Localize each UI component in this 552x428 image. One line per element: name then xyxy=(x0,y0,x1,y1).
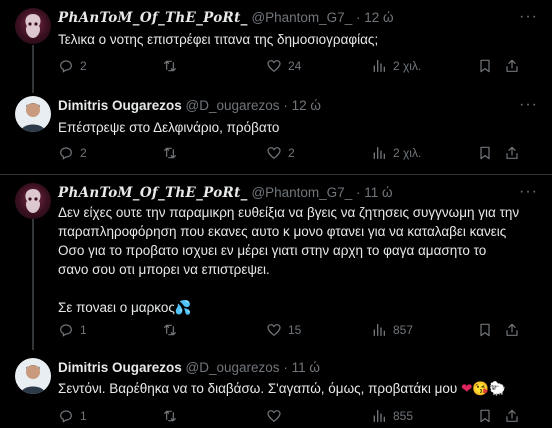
bookmark-icon xyxy=(480,146,490,160)
tweet-text-line: Σε πονaει ο μαρκος💦 xyxy=(58,300,192,315)
share-button[interactable] xyxy=(504,321,520,339)
like-button[interactable]: 24 xyxy=(266,57,301,75)
retweet-icon xyxy=(164,410,176,422)
reply-icon xyxy=(60,410,72,423)
author-name[interactable]: PhAnToM_Of_ThE_PoRt_ xyxy=(58,10,248,26)
views-count: 855 xyxy=(393,409,414,423)
timestamp[interactable]: 12 ώ xyxy=(364,10,393,25)
author-handle[interactable]: @D_ougarezos xyxy=(186,98,280,113)
reply-count: 2 xyxy=(80,59,87,73)
tweet[interactable]: PhAnToM_Of_ThE_PoRt_ @Phantom_G7_ · 12 ώ… xyxy=(0,0,552,86)
avatar[interactable] xyxy=(15,183,51,219)
avatar[interactable] xyxy=(15,96,51,132)
reply-button[interactable]: 1 xyxy=(58,321,87,339)
more-options-icon[interactable]: ··· xyxy=(519,8,538,26)
red-heart-icon: ❤ xyxy=(461,381,473,396)
heart-icon xyxy=(267,324,281,337)
views-chart-icon xyxy=(373,60,385,72)
share-icon xyxy=(506,59,518,72)
tweet-text: Τελικα ο νοτης επιστρέφει τιτανα της δημ… xyxy=(58,32,379,47)
share-icon xyxy=(506,409,518,422)
share-icon xyxy=(506,146,518,159)
timestamp[interactable]: 12 ώ xyxy=(292,98,321,113)
heart-icon xyxy=(267,410,281,423)
like-button[interactable] xyxy=(266,407,288,425)
author-handle[interactable]: @Phantom_G7_ xyxy=(251,185,352,200)
reply-button[interactable]: 1 xyxy=(58,407,87,425)
views-button[interactable]: 855 xyxy=(371,407,413,425)
heart-icon xyxy=(267,147,281,160)
author-name[interactable]: PhAnToM_Of_ThE_PoRt_ xyxy=(58,185,248,201)
tweet-text-line: παραπληροφόρηση που εκανες αυτο κ μονο φ… xyxy=(58,224,507,239)
views-count: 2 χιλ. xyxy=(393,59,422,73)
author-handle[interactable]: @D_ougarezos xyxy=(186,360,280,375)
retweet-icon xyxy=(164,324,176,336)
tweet[interactable]: Dimitris Ougarezos @D_ougarezos · 12 ώ ·… xyxy=(0,86,552,176)
views-chart-icon xyxy=(373,147,385,159)
tweet[interactable]: PhAnToM_Of_ThE_PoRt_ @Phantom_G7_ · 11 ώ… xyxy=(0,175,552,345)
retweet-button[interactable] xyxy=(162,57,178,75)
sweat-droplets-icon: 💦 xyxy=(174,300,192,315)
reply-button[interactable]: 2 xyxy=(58,57,87,75)
tweet-text-line: σανο σου οτι μπορει να επιστρεψει. xyxy=(58,262,270,277)
bookmark-button[interactable] xyxy=(477,407,493,425)
views-count: 2 χιλ. xyxy=(393,146,422,160)
share-button[interactable] xyxy=(504,407,520,425)
tweet-text: Σεντόνι. Βαρέθηκα να το διαβάσω. Σ'αγαπώ… xyxy=(58,381,507,396)
views-chart-icon xyxy=(373,324,385,336)
like-count: 24 xyxy=(288,59,302,73)
tweet[interactable]: Dimitris Ougarezos @D_ougarezos · 11 ώ Σ… xyxy=(0,352,552,428)
views-button[interactable]: 2 χιλ. xyxy=(371,144,421,162)
avatar[interactable] xyxy=(15,358,51,394)
author-name[interactable]: Dimitris Ougarezos xyxy=(58,360,182,375)
sheep-icon: 🐑 xyxy=(489,381,507,396)
more-options-icon[interactable]: ··· xyxy=(519,183,538,201)
bookmark-icon xyxy=(480,409,490,423)
like-count: 15 xyxy=(288,323,302,337)
share-button[interactable] xyxy=(504,57,520,75)
bookmark-icon xyxy=(480,323,490,337)
share-button[interactable] xyxy=(504,144,520,162)
tweet-text: Επέστρεψε στο Δελφινάριο, πρόβατο xyxy=(58,120,280,135)
reply-icon xyxy=(60,60,72,73)
reply-icon xyxy=(60,147,72,160)
retweet-button[interactable] xyxy=(162,407,178,425)
retweet-button[interactable] xyxy=(162,321,178,339)
timestamp[interactable]: 11 ώ xyxy=(364,185,392,200)
views-chart-icon xyxy=(373,410,385,422)
views-button[interactable]: 2 χιλ. xyxy=(371,57,421,75)
reply-button[interactable]: 2 xyxy=(58,144,87,162)
heart-icon xyxy=(267,60,281,73)
bookmark-button[interactable] xyxy=(477,321,493,339)
bookmark-button[interactable] xyxy=(477,144,493,162)
face-blowing-kiss-icon: 😘 xyxy=(472,381,490,396)
share-icon xyxy=(506,323,518,336)
bookmark-icon xyxy=(480,59,490,73)
retweet-button[interactable] xyxy=(162,144,178,162)
reply-icon xyxy=(60,324,72,337)
author-name[interactable]: Dimitris Ougarezos xyxy=(58,98,182,113)
timestamp[interactable]: 11 ώ xyxy=(292,360,320,375)
like-count: 2 xyxy=(288,146,295,160)
avatar[interactable] xyxy=(15,8,51,44)
views-count: 857 xyxy=(393,323,414,337)
retweet-icon xyxy=(164,60,176,72)
author-handle[interactable]: @Phantom_G7_ xyxy=(251,10,352,25)
reply-count: 1 xyxy=(80,323,87,337)
reply-count: 2 xyxy=(80,146,87,160)
more-options-icon[interactable]: ··· xyxy=(519,96,538,114)
views-button[interactable]: 857 xyxy=(371,321,413,339)
bookmark-button[interactable] xyxy=(477,57,493,75)
tweet-text-line: Οσο για το προβατο ισχυει εν μέρει γιατι… xyxy=(58,243,487,258)
reply-count: 1 xyxy=(80,409,87,423)
like-button[interactable]: 15 xyxy=(266,321,301,339)
like-button[interactable]: 2 xyxy=(266,144,295,162)
retweet-icon xyxy=(164,147,176,159)
tweet-text-line: Δεν είχες ουτε την παραμικρη ευθείξια να… xyxy=(58,205,520,220)
